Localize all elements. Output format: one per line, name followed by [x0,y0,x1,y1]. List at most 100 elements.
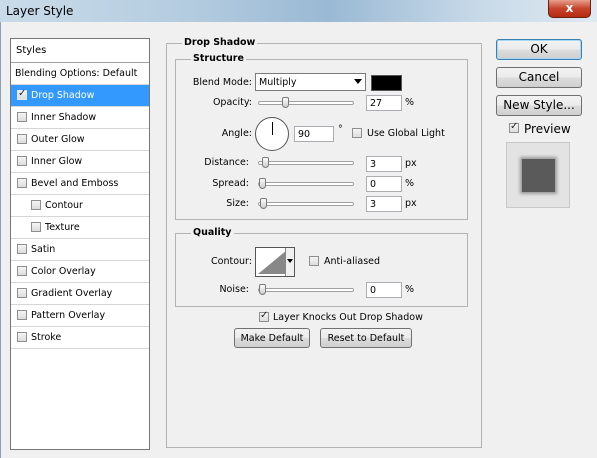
opacity-slider-thumb[interactable] [282,97,289,108]
anti-aliased-label[interactable]: Anti-aliased [324,256,380,267]
size-slider-thumb[interactable] [260,198,267,209]
sidebar-item[interactable]: Bevel and Emboss [11,173,149,195]
preview-checkbox[interactable] [509,121,519,133]
spread-slider[interactable] [258,178,354,189]
sidebar-item[interactable]: Pattern Overlay [11,305,149,327]
make-default-button[interactable]: Make Default [234,328,310,348]
spread-unit: % [405,178,415,189]
reset-to-default-button[interactable]: Reset to Default [320,328,412,348]
use-global-light-checkbox[interactable] [352,128,362,138]
sidebar-item-checkbox[interactable] [17,88,27,100]
size-label: Size: [226,198,249,209]
sidebar-item[interactable]: Gradient Overlay [11,283,149,305]
sidebar-item-checkbox[interactable] [17,288,27,298]
opacity-slider[interactable] [258,97,354,108]
sidebar-item-label: Gradient Overlay [31,288,113,299]
title-bar: Layer Style x [0,0,597,22]
sidebar-item-label: Outer Glow [31,134,85,145]
new-style-button[interactable]: New Style... [496,95,582,116]
size-input[interactable]: 3 [366,196,402,212]
sidebar-item-checkbox[interactable] [17,244,27,254]
angle-dial-hand [272,122,273,135]
sidebar-item-checkbox[interactable] [31,222,41,232]
distance-slider-thumb[interactable] [262,157,269,168]
sidebar-item-checkbox[interactable] [17,156,27,166]
sidebar-item-label: Contour [45,200,83,211]
sidebar-item-checkbox[interactable] [17,266,27,276]
window-title: Layer Style [6,4,74,18]
sidebar-item-label: Drop Shadow [31,90,95,101]
sidebar-item[interactable]: Blending Options: Default [11,63,149,85]
sidebar-item-label: Blending Options: Default [15,68,138,79]
opacity-label: Opacity: [212,97,252,108]
sidebar-item-checkbox[interactable] [17,310,27,320]
close-button[interactable]: x [548,0,591,18]
sidebar-item[interactable]: Outer Glow [11,129,149,151]
noise-unit: % [405,284,415,295]
ok-button[interactable]: OK [496,39,582,60]
spread-slider-thumb[interactable] [259,178,266,189]
sidebar-item[interactable]: Drop Shadow [11,85,149,107]
angle-dial[interactable] [255,117,289,151]
sidebar-item-label: Stroke [31,332,62,343]
sidebar-item[interactable]: Texture [11,217,149,239]
sidebar-item-checkbox[interactable] [31,200,41,210]
sidebar-item-checkbox[interactable] [17,134,27,144]
sidebar-item-label: Satin [31,244,56,255]
sidebar-item-label: Color Overlay [31,266,96,277]
drop-shadow-title: Drop Shadow [182,37,258,48]
sidebar-item-label: Inner Shadow [31,112,97,123]
distance-slider[interactable] [258,157,354,168]
layer-knocks-out-label[interactable]: Layer Knocks Out Drop Shadow [273,312,423,323]
angle-label: Angle: [221,128,252,139]
spread-input[interactable]: 0 [366,176,402,192]
distance-unit: px [405,158,417,169]
close-icon: x [565,1,574,15]
sidebar-item-checkbox[interactable] [17,178,27,188]
sidebar-item[interactable]: Contour [11,195,149,217]
contour-picker[interactable] [255,247,295,277]
sidebar-item[interactable]: Inner Glow [11,151,149,173]
degree-unit: ° [338,124,343,135]
sidebar-item-checkbox[interactable] [17,112,27,122]
layer-knocks-out-checkbox[interactable] [259,310,269,322]
angle-input[interactable]: 90 [294,126,334,142]
sidebar-item[interactable]: Inner Shadow [11,107,149,129]
styles-header[interactable]: Styles [11,39,149,63]
size-slider[interactable] [258,198,354,209]
shadow-color-swatch[interactable] [371,75,402,91]
drop-shadow-panel: Drop Shadow Structure Blend Mode: Multip… [166,37,482,450]
distance-input[interactable]: 3 [366,156,402,172]
noise-input[interactable]: 0 [366,282,402,298]
sidebar-item-label: Bevel and Emboss [31,178,119,189]
styles-list: Styles Blending Options: Default Drop Sha… [10,38,150,450]
sidebar-item-label: Inner Glow [31,156,83,167]
anti-aliased-checkbox[interactable] [309,256,319,266]
chevron-down-icon [354,79,362,84]
noise-slider[interactable] [258,284,354,295]
chevron-down-icon[interactable] [285,248,294,276]
blend-mode-value: Multiply [259,77,297,88]
quality-group [175,233,468,307]
preview-label[interactable]: Preview [524,122,571,136]
sidebar-item[interactable]: Satin [11,239,149,261]
use-global-light-label[interactable]: Use Global Light [367,128,445,139]
sidebar-item-label: Texture [45,222,80,233]
structure-title: Structure [191,53,246,64]
style-preview [506,142,570,208]
opacity-unit: % [405,97,415,108]
preview-swatch [522,159,555,192]
contour-curve-icon [258,250,287,274]
opacity-input[interactable]: 27 [366,95,402,111]
cancel-button[interactable]: Cancel [496,67,582,88]
distance-label: Distance: [204,157,249,168]
sidebar-item[interactable]: Color Overlay [11,261,149,283]
spread-label: Spread: [212,178,249,189]
size-unit: px [405,198,417,209]
noise-slider-thumb[interactable] [259,284,266,295]
sidebar-item[interactable]: Stroke [11,327,149,349]
blend-mode-select[interactable]: Multiply [255,73,366,91]
quality-title: Quality [191,227,234,238]
blend-mode-label: Blend Mode: [192,77,252,88]
sidebar-item-checkbox[interactable] [17,332,27,342]
